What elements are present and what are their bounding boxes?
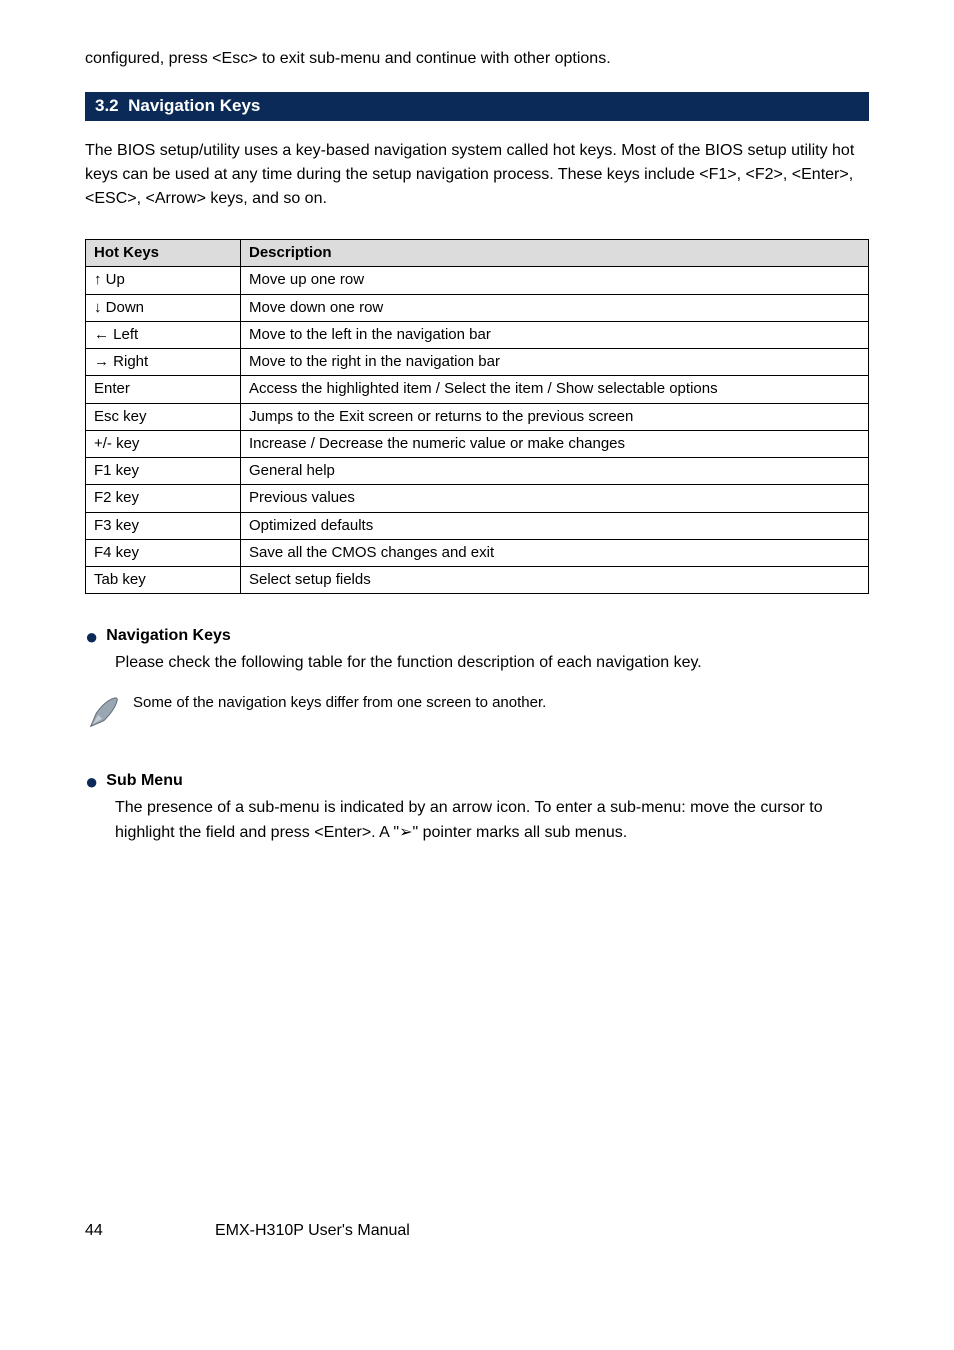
cell-key: ← Left [86,321,241,348]
cell-key: ↑ Up [86,267,241,294]
cell-desc: Increase / Decrease the numeric value or… [241,430,869,457]
footer-page-number: 44 [85,1222,215,1240]
cell-desc: Move down one row [241,294,869,321]
cell-key: Enter [86,376,241,403]
th-description: Description [241,240,869,267]
table-row: → RightMove to the right in the navigati… [86,349,869,376]
footer-product: EMX-H310P [215,1222,304,1239]
section-number: 3.2 [95,96,119,115]
bullet2-text: The presence of a sub-menu is indicated … [115,796,869,846]
cell-desc: Save all the CMOS changes and exit [241,539,869,566]
cell-desc: Move up one row [241,267,869,294]
table-row: F4 keySave all the CMOS changes and exit [86,539,869,566]
bullet-icon: ● [85,626,98,648]
page-footer: 44 EMX-H310P User's Manual [85,1222,869,1240]
hotkeys-table: Hot Keys Description ↑ UpMove up one row… [85,239,869,594]
pre-heading-text: configured, press <Esc> to exit sub-menu… [85,50,869,68]
bullet-icon: ● [85,771,98,793]
cell-desc: General help [241,458,869,485]
cell-key: +/- key [86,430,241,457]
cell-key: F1 key [86,458,241,485]
pen-note-icon [85,694,123,740]
section-header: 3.2 Navigation Keys [85,92,869,121]
table-row: Esc keyJumps to the Exit screen or retur… [86,403,869,430]
bullet1-title: Navigation Keys [106,624,230,649]
cell-key: F3 key [86,512,241,539]
cell-desc: Previous values [241,485,869,512]
cell-key: Tab key [86,567,241,594]
section-title: Navigation Keys [128,96,260,115]
cell-desc: Move to the left in the navigation bar [241,321,869,348]
table-row: ↓ DownMove down one row [86,294,869,321]
bullet2-title: Sub Menu [106,769,182,794]
note-text: Some of the navigation keys differ from … [133,692,869,715]
cell-desc: Move to the right in the navigation bar [241,349,869,376]
table-row: F2 keyPrevious values [86,485,869,512]
intro-paragraph: The BIOS setup/utility uses a key-based … [85,139,869,211]
table-row: ← LeftMove to the left in the navigation… [86,321,869,348]
cell-key: F2 key [86,485,241,512]
table-row: EnterAccess the highlighted item / Selec… [86,376,869,403]
cell-key: → Right [86,349,241,376]
cell-key: ↓ Down [86,294,241,321]
table-row: Tab keySelect setup fields [86,567,869,594]
bullet1-text: Please check the following table for the… [115,651,869,676]
cell-key: Esc key [86,403,241,430]
table-row: +/- keyIncrease / Decrease the numeric v… [86,430,869,457]
table-row: ↑ UpMove up one row [86,267,869,294]
cell-key: F4 key [86,539,241,566]
cell-desc: Access the highlighted item / Select the… [241,376,869,403]
th-hotkeys: Hot Keys [86,240,241,267]
table-row: F3 keyOptimized defaults [86,512,869,539]
footer-manual: User's Manual [308,1222,410,1239]
cell-desc: Jumps to the Exit screen or returns to t… [241,403,869,430]
cell-desc: Select setup fields [241,567,869,594]
table-row: F1 keyGeneral help [86,458,869,485]
cell-desc: Optimized defaults [241,512,869,539]
